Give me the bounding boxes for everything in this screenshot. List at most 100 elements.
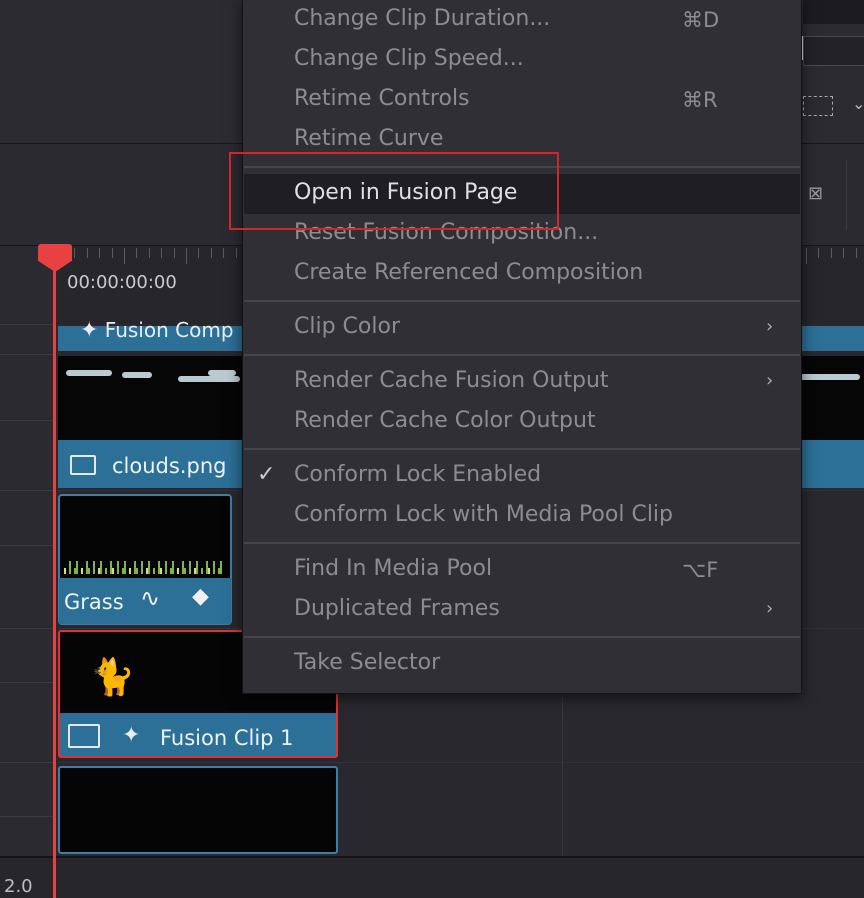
ruler-tick	[235, 248, 237, 258]
track-divider	[0, 420, 54, 421]
grass-blade	[189, 561, 191, 574]
track-divider	[0, 354, 54, 355]
clip-name: Fusion Comp	[104, 318, 234, 342]
menu-item-retime-controls[interactable]: Retime Controls	[294, 86, 470, 111]
ruler-tick	[830, 248, 832, 258]
highlight-annotation-box	[229, 152, 559, 230]
ruler-tick	[173, 248, 175, 258]
zoom-slider-track[interactable]	[803, 36, 864, 66]
grass-blade	[208, 568, 210, 574]
grass-blade	[165, 561, 167, 574]
menu-item-change-clip-speed[interactable]: Change Clip Speed...	[294, 46, 524, 71]
menu-separator	[244, 354, 800, 356]
grass-blade	[81, 568, 83, 574]
clip-name: Fusion Clip 1	[160, 726, 294, 750]
curve-icon[interactable]: ∿	[140, 584, 160, 612]
cat-figure-thumbnail: 🐈	[90, 657, 135, 698]
ruler-tick	[136, 248, 138, 258]
menu-item-clip-color[interactable]: Clip Color	[294, 314, 400, 339]
sparkle-icon: ✦	[122, 723, 141, 748]
track-divider	[0, 490, 54, 491]
ruler-tick	[223, 248, 225, 258]
menu-item-conform-lock-enabled[interactable]: Conform Lock Enabled	[294, 462, 541, 487]
image-icon	[70, 455, 96, 475]
chevron-right-icon: ›	[766, 598, 774, 619]
ruler-tick	[843, 248, 845, 258]
ruler-tick	[198, 248, 200, 258]
grass-blade	[136, 568, 138, 574]
menu-separator	[244, 636, 800, 638]
grass-blade	[141, 561, 143, 574]
menu-separator	[244, 542, 800, 544]
clip-name: Grass	[64, 590, 124, 614]
ruler-tick	[806, 248, 807, 264]
chevron-right-icon: ›	[766, 370, 774, 391]
chevron-down-icon[interactable]: ⌄	[852, 94, 864, 113]
shortcut-label: ⌥F	[682, 558, 719, 582]
keyframe-icon[interactable]: ◆	[192, 584, 209, 609]
track-divider	[0, 545, 54, 546]
detach-icon[interactable]: ⊠	[808, 183, 826, 207]
ruler-tick	[210, 248, 212, 258]
fusion-comp-clip-label: ✦ Fusion Comp	[80, 318, 234, 343]
ruler-tick	[99, 248, 101, 258]
grass-blade	[100, 561, 102, 574]
menu-item-create-referenced-composition[interactable]: Create Referenced Composition	[294, 260, 643, 285]
menu-item-retime-curve[interactable]: Retime Curve	[294, 126, 443, 151]
track-row-divider	[58, 762, 864, 763]
right-panel-strip	[803, 0, 864, 24]
grass-blade	[177, 568, 179, 574]
ruler-tick	[148, 248, 150, 258]
shortcut-label: ⌘R	[682, 88, 718, 112]
checkmark-icon: ✓	[257, 462, 276, 487]
grass-blade	[93, 561, 95, 574]
sparkle-icon: ✦	[80, 318, 99, 343]
grass-blade	[201, 568, 203, 574]
ruler-tick	[186, 248, 187, 264]
track-divider	[0, 816, 54, 817]
compound-clip-icon	[68, 724, 100, 748]
menu-item-render-cache-fusion-output[interactable]: Render Cache Fusion Output	[294, 368, 609, 393]
video-clip[interactable]	[58, 766, 338, 854]
grass-blade	[148, 561, 150, 574]
shortcut-label: ⌘D	[682, 8, 720, 32]
grass-blade	[129, 568, 131, 574]
menu-item-change-clip-duration[interactable]: Change Clip Duration...	[294, 6, 550, 31]
grass-blade	[196, 561, 198, 574]
grass-blade	[124, 561, 126, 574]
grass-blade	[105, 568, 107, 574]
playhead-line[interactable]	[53, 262, 56, 898]
ruler-tick	[161, 248, 163, 258]
menu-item-duplicated-frames[interactable]: Duplicated Frames	[294, 596, 500, 621]
grass-blade	[153, 568, 155, 574]
bottom-panel	[0, 856, 864, 898]
grass-blade	[112, 568, 114, 574]
grass-blade	[213, 561, 215, 574]
grass-blade	[64, 568, 66, 574]
grass-blade	[117, 561, 119, 574]
clip-name: clouds.png	[112, 454, 227, 478]
menu-item-render-cache-color-output[interactable]: Render Cache Color Output	[294, 408, 596, 433]
grass-blade	[76, 561, 78, 574]
ruler-tick	[74, 248, 76, 258]
menu-separator	[244, 448, 800, 450]
menu-item-find-in-media-pool[interactable]: Find In Media Pool	[294, 556, 492, 581]
divider	[846, 160, 847, 230]
ruler-timecode: 00:00:00:00	[67, 272, 177, 293]
track-headers	[0, 246, 54, 898]
grass-blade	[160, 568, 162, 574]
menu-item-take-selector[interactable]: Take Selector	[294, 650, 440, 675]
track-divider	[0, 324, 54, 325]
ruler-tick	[86, 248, 88, 258]
ruler-tick	[111, 248, 113, 258]
viewer-frame-icon[interactable]	[803, 96, 833, 116]
menu-item-conform-lock-with-media-pool-clip[interactable]: Conform Lock with Media Pool Clip	[294, 502, 673, 527]
divider	[0, 856, 864, 858]
grass-blade	[88, 568, 90, 574]
ruler-tick	[124, 248, 125, 264]
grass-blade	[184, 568, 186, 574]
menu-separator	[244, 300, 800, 302]
chevron-right-icon: ›	[766, 316, 774, 337]
ruler-tick	[855, 248, 857, 258]
grass-blade	[172, 561, 174, 574]
